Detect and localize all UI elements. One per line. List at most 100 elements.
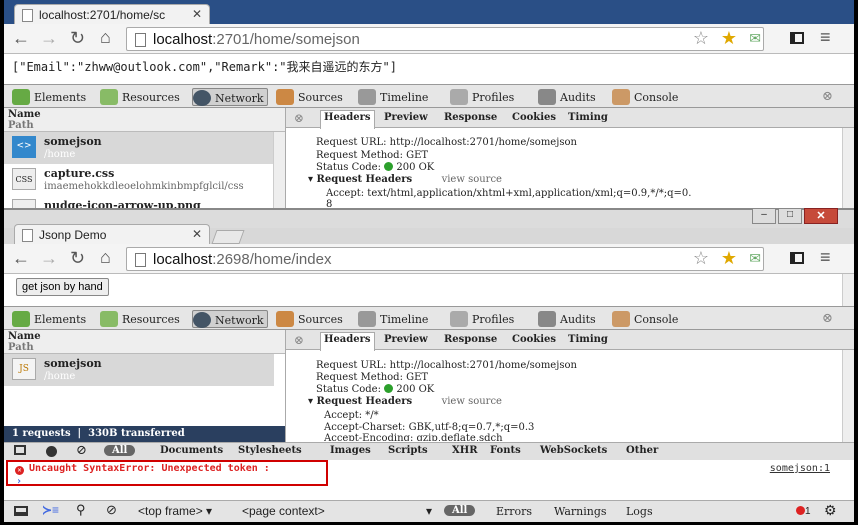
maximize-button[interactable]: □ [778, 208, 802, 224]
tab-network[interactable]: Network [192, 310, 268, 328]
level-errors[interactable]: Errors [496, 505, 532, 518]
error-count-badge[interactable]: 1 [796, 506, 811, 517]
console-prompt[interactable]: › [16, 476, 22, 487]
search-icon[interactable]: ⚲ [76, 502, 86, 518]
menu-icon[interactable]: ≡ [820, 28, 831, 46]
clear-console-icon[interactable]: ⊘ [106, 502, 117, 518]
home-icon[interactable]: ⌂ [100, 28, 111, 46]
new-tab-button[interactable] [211, 230, 245, 244]
tab-resources[interactable]: Resources [100, 88, 180, 106]
tab-audits[interactable]: Audits [538, 88, 596, 106]
error-source-link[interactable]: somejson:1 [770, 463, 830, 474]
back-icon[interactable]: ← [12, 249, 30, 267]
menu-icon[interactable]: ≡ [820, 248, 831, 266]
window-icon[interactable] [790, 252, 804, 264]
minimize-button[interactable]: – [752, 208, 776, 224]
tab-console[interactable]: Console [612, 88, 678, 106]
level-logs[interactable]: Logs [626, 505, 653, 518]
filter-documents[interactable]: Documents [160, 445, 223, 456]
page-scrollbar[interactable] [842, 274, 854, 306]
view-source-link[interactable]: view source [442, 174, 502, 185]
column-path[interactable]: Path [8, 342, 281, 353]
details-scrollbar[interactable] [842, 350, 854, 442]
home-icon[interactable]: ⌂ [100, 248, 111, 266]
close-details-icon[interactable]: ⊗ [294, 111, 304, 125]
column-name[interactable]: Name [8, 331, 281, 342]
tab-timeline[interactable]: Timeline [358, 310, 428, 328]
close-window-button[interactable]: ✕ [804, 208, 838, 224]
context-selector[interactable]: <page context> ▾ [242, 504, 432, 518]
details-scrollbar[interactable] [842, 128, 854, 210]
get-json-button[interactable]: get json by hand [16, 278, 109, 296]
filter-images[interactable]: Images [330, 445, 371, 456]
tab-response[interactable]: Response [444, 112, 497, 123]
frame-selector[interactable]: <top frame> ▾ [138, 504, 212, 518]
tab-network[interactable]: Network [192, 88, 268, 106]
forward-icon[interactable]: → [40, 249, 58, 267]
settings-gear-icon[interactable]: ⚙ [824, 502, 837, 519]
tab-timeline[interactable]: Timeline [358, 88, 428, 106]
column-path[interactable]: Path [8, 120, 281, 131]
tab-preview[interactable]: Preview [384, 334, 428, 345]
star-outline-icon[interactable]: ☆ [693, 248, 709, 269]
tab-preview[interactable]: Preview [384, 112, 428, 123]
address-bar[interactable]: localhost:2701/home/somejson ☆ ★ ✉ [126, 27, 764, 51]
filter-fonts[interactable]: Fonts [490, 445, 521, 456]
tab-elements[interactable]: Elements [12, 88, 86, 106]
window-1-tab[interactable]: localhost:2701/home/sc ✕ [14, 4, 210, 26]
close-devtools-icon[interactable]: ⊗ [822, 311, 833, 326]
console-toggle-icon[interactable]: ≻≡ [42, 503, 59, 517]
request-list-scrollbar[interactable] [273, 132, 285, 210]
filter-websockets[interactable]: WebSockets [540, 445, 607, 456]
request-row[interactable]: <> somejson /home [4, 132, 274, 164]
tab-elements[interactable]: Elements [12, 310, 86, 328]
close-details-icon[interactable]: ⊗ [294, 333, 304, 347]
clear-icon[interactable]: ⊘ [76, 443, 87, 458]
address-bar[interactable]: localhost:2698/home/index ☆ ★ ✉ [126, 247, 764, 271]
filter-all[interactable]: All [104, 445, 136, 456]
back-icon[interactable]: ← [12, 29, 30, 47]
reload-icon[interactable]: ↻ [70, 29, 85, 47]
reload-icon[interactable]: ↻ [70, 249, 85, 267]
filter-stylesheets[interactable]: Stylesheets [238, 445, 302, 456]
tab-resources[interactable]: Resources [100, 310, 180, 328]
dock-icon[interactable] [14, 445, 26, 455]
star-outline-icon[interactable]: ☆ [693, 28, 709, 49]
tab-timing[interactable]: Timing [568, 334, 608, 345]
filter-scripts[interactable]: Scripts [388, 445, 428, 456]
record-icon[interactable] [46, 446, 57, 457]
window-2-tab[interactable]: Jsonp Demo ✕ [14, 224, 210, 246]
dock-icon[interactable] [14, 506, 28, 516]
tab-cookies[interactable]: Cookies [512, 334, 556, 345]
column-name[interactable]: Name [8, 109, 281, 120]
tab-response[interactable]: Response [444, 334, 497, 345]
tab-audits[interactable]: Audits [538, 310, 596, 328]
request-headers-section[interactable]: ▾ Request Headers view source [308, 396, 502, 407]
filter-other[interactable]: Other [626, 445, 658, 456]
tab-headers[interactable]: Headers [320, 110, 375, 129]
tab-headers[interactable]: Headers [320, 332, 375, 351]
level-all[interactable]: All [444, 505, 476, 516]
bookmark-star-icon[interactable]: ★ [721, 28, 737, 49]
tab-timing[interactable]: Timing [568, 112, 608, 123]
tab-console[interactable]: Console [612, 310, 678, 328]
window-icon[interactable] [790, 32, 804, 44]
tab-profiles[interactable]: Profiles [450, 310, 514, 328]
view-source-link[interactable]: view source [442, 396, 502, 407]
request-headers-section[interactable]: ▾ Request Headers view source [308, 174, 502, 185]
request-row[interactable]: JS somejson /home [4, 354, 274, 386]
request-row[interactable]: CSS capture.css imaemehokkdleoelohmkinbm… [4, 164, 274, 196]
extension-icon[interactable]: ✉ [749, 250, 761, 267]
close-devtools-icon[interactable]: ⊗ [822, 89, 833, 104]
level-warnings[interactable]: Warnings [554, 505, 607, 518]
forward-icon[interactable]: → [40, 29, 58, 47]
tab-sources[interactable]: Sources [276, 88, 343, 106]
tab-sources[interactable]: Sources [276, 310, 343, 328]
extension-icon[interactable]: ✉ [749, 30, 761, 47]
filter-xhr[interactable]: XHR [452, 445, 478, 456]
close-tab-icon[interactable]: ✕ [192, 227, 202, 241]
close-tab-icon[interactable]: ✕ [192, 7, 202, 21]
tab-cookies[interactable]: Cookies [512, 112, 556, 123]
bookmark-star-icon[interactable]: ★ [721, 248, 737, 269]
tab-profiles[interactable]: Profiles [450, 88, 514, 106]
